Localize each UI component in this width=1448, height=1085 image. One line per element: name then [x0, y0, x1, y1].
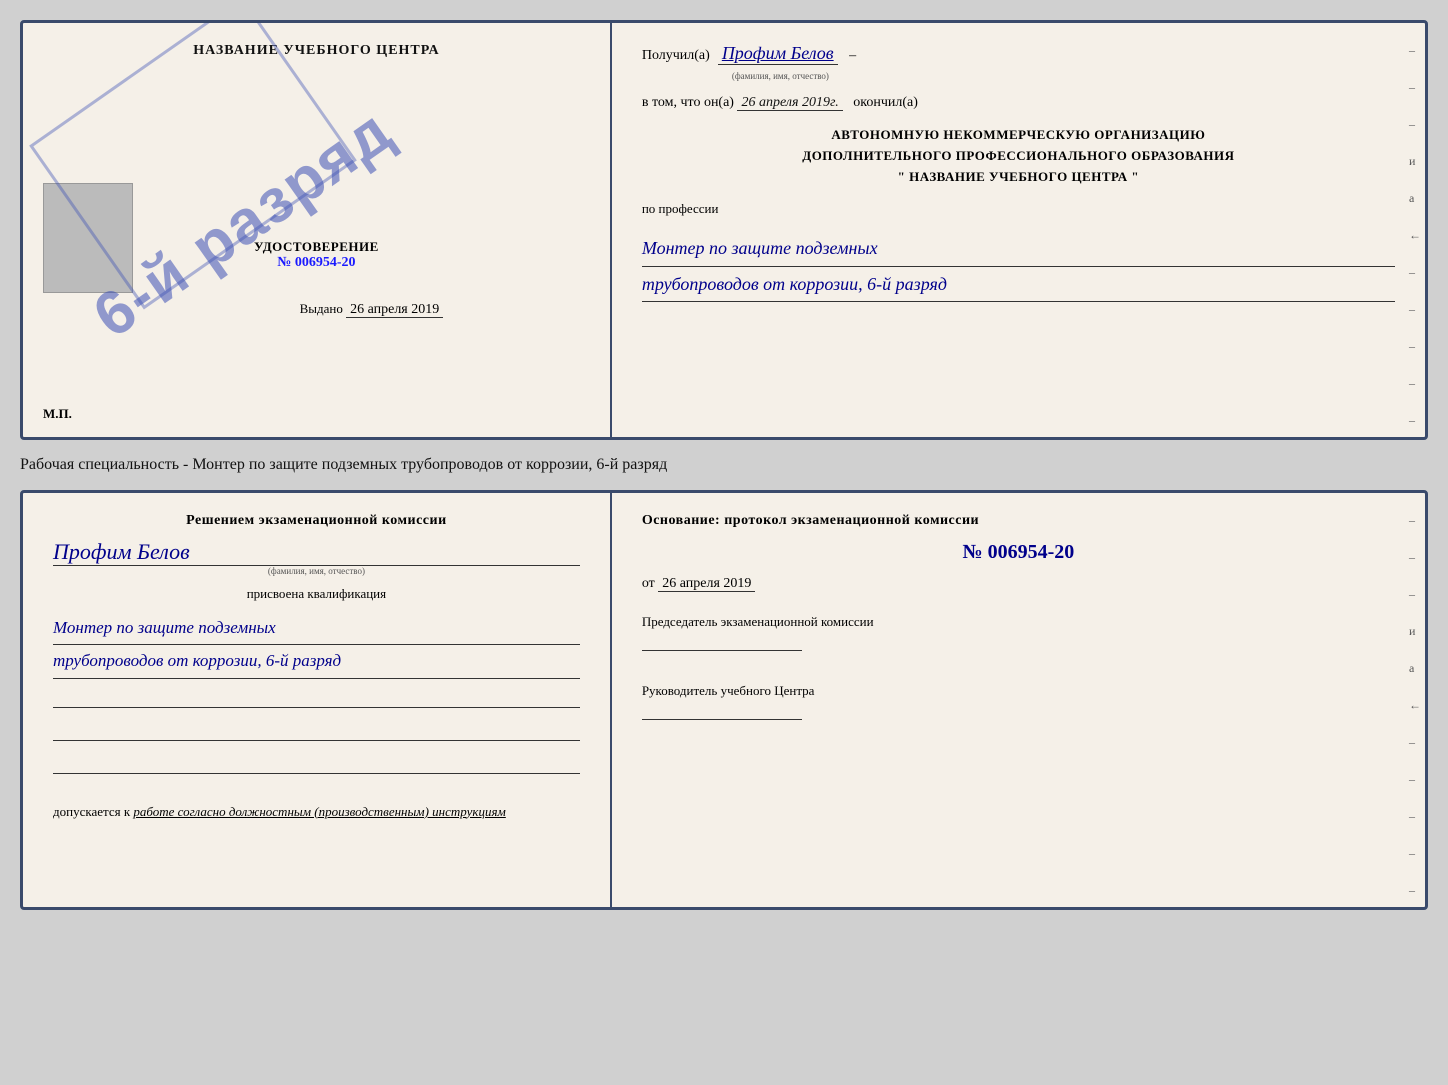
chairman-signature-line [642, 650, 802, 651]
org-line1: АВТОНОМНУЮ НЕКОММЕРЧЕСКУЮ ОРГАНИЗАЦИЮ [642, 125, 1395, 146]
blank-line-1 [53, 689, 580, 708]
admitted-text: допускается к работе согласно должностны… [53, 804, 580, 820]
date-value: 26 апреля 2019г. [737, 95, 842, 111]
qual-right-panel: Основание: протокол экзаменационной коми… [612, 493, 1425, 907]
qual-line2: трубопроводов от коррозии, 6-й разряд [53, 645, 580, 678]
decision-text: Решением экзаменационной комиссии [53, 513, 580, 529]
org-line3: " НАЗВАНИЕ УЧЕБНОГО ЦЕНТРА " [642, 167, 1395, 188]
diploma-document: НАЗВАНИЕ УЧЕБНОГО ЦЕНТРА 6-й разряд УДОС… [20, 20, 1428, 440]
issued-date: Выдано 26 апреля 2019 [190, 301, 444, 348]
qual-left-panel: Решением экзаменационной комиссии Профим… [23, 493, 612, 907]
diploma-right-panel: Получил(а) Профим Белов – (фамилия, имя,… [612, 23, 1425, 437]
director-section: Руководитель учебного Центра [642, 683, 1395, 724]
admitted-prefix: допускается к [53, 804, 130, 819]
blank-line-3 [53, 755, 580, 774]
issued-label: Выдано [300, 301, 343, 316]
qual-line1: Монтер по защите подземных [53, 612, 580, 645]
cert-number: № 006954-20 [254, 255, 379, 271]
qual-right-dashes: – – – и а ← – – – – – [1409, 513, 1421, 898]
qual-person-block: Профим Белов (фамилия, имя, отчество) [53, 539, 580, 576]
recipient-line: Получил(а) Профим Белов – [642, 43, 1395, 65]
basis-text: Основание: протокол экзаменационной коми… [642, 513, 1395, 529]
page-container: НАЗВАНИЕ УЧЕБНОГО ЦЕНТРА 6-й разряд УДОС… [20, 20, 1428, 910]
blank-line-2 [53, 722, 580, 741]
protocol-date-value: 26 апреля 2019 [658, 576, 755, 592]
qual-person-name: Профим Белов [53, 539, 580, 566]
qualification-document: Решением экзаменационной комиссии Профим… [20, 490, 1428, 910]
chairman-label: Председатель экзаменационной комиссии [642, 614, 1395, 630]
right-dashes: – – – и а ← – – – – – [1409, 43, 1421, 428]
cert-info-block: УДОСТОВЕРЕНИЕ № 006954-20 [254, 239, 379, 271]
qual-value-block: Монтер по защите подземных трубопроводов… [53, 612, 580, 679]
admitted-value: работе согласно должностным (производств… [133, 804, 505, 819]
date-line: в том, что он(а) 26 апреля 2019г. окончи… [642, 95, 1395, 111]
director-label: Руководитель учебного Центра [642, 683, 1395, 699]
director-signature-line [642, 719, 802, 720]
issued-date-value: 26 апреля 2019 [346, 302, 443, 318]
specialty-label: Рабочая специальность - Монтер по защите… [20, 452, 1428, 478]
profession-prefix: по профессии [642, 201, 1395, 217]
profession-value: Монтер по защите подземных трубопроводов… [642, 231, 1395, 301]
recipient-sublabel: (фамилия, имя, отчество) [732, 71, 1395, 81]
received-label: Получил(а) [642, 48, 710, 64]
dash-separator: – [846, 48, 857, 64]
protocol-date: от 26 апреля 2019 [642, 576, 1395, 592]
profession-line1: Монтер по защите подземных [642, 231, 1395, 266]
protocol-number: № 006954-20 [642, 541, 1395, 564]
chairman-section: Председатель экзаменационной комиссии [642, 614, 1395, 655]
date-prefix: в том, что он(а) [642, 95, 734, 110]
protocol-date-prefix: от [642, 576, 655, 591]
qual-person-sublabel: (фамилия, имя, отчество) [53, 566, 580, 576]
org-block: АВТОНОМНУЮ НЕКОММЕРЧЕСКУЮ ОРГАНИЗАЦИЮ ДО… [642, 125, 1395, 187]
cert-label: УДОСТОВЕРЕНИЕ [254, 239, 379, 255]
mp-label: М.П. [43, 406, 72, 422]
org-line2: ДОПОЛНИТЕЛЬНОГО ПРОФЕССИОНАЛЬНОГО ОБРАЗО… [642, 146, 1395, 167]
diploma-left-panel: НАЗВАНИЕ УЧЕБНОГО ЦЕНТРА 6-й разряд УДОС… [23, 23, 612, 437]
date-suffix: окончил(а) [853, 95, 918, 110]
recipient-name: Профим Белов [718, 43, 838, 65]
assigned-label: присвоена квалификация [53, 586, 580, 602]
profession-line2: трубопроводов от коррозии, 6-й разряд [642, 267, 1395, 302]
